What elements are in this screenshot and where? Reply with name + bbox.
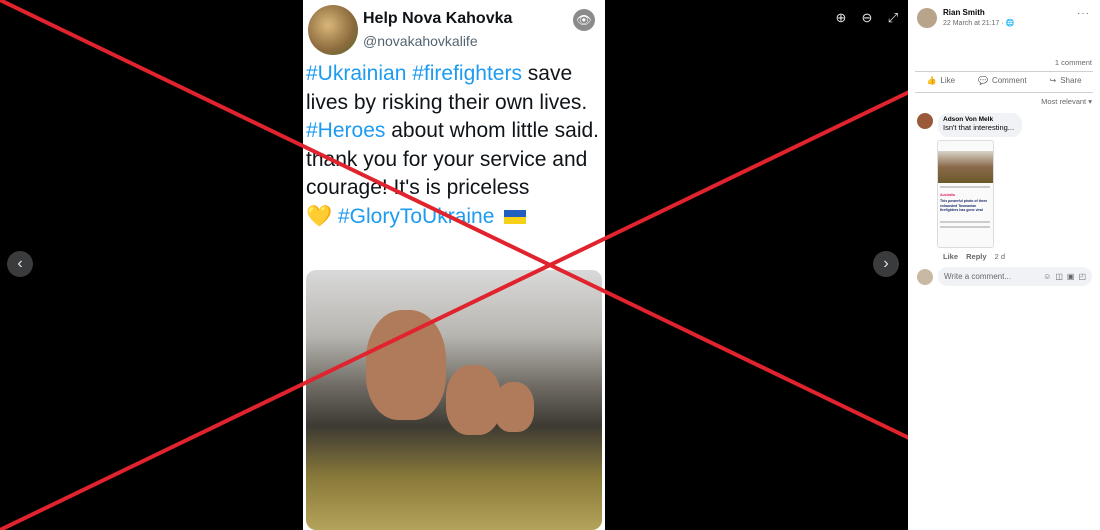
eye-icon: 👁 [573, 9, 595, 31]
comment-bubble: Adson Von Melk Isn't that interesting... [938, 113, 1022, 137]
post-actions: 👍 Like 💬 Comment ↪ Share [915, 76, 1093, 85]
comment-text: Isn't that interesting... [943, 123, 1015, 132]
comment-age: 2 d [994, 252, 1006, 261]
composer-icons: ☺ ◫ ▣ ◰ [1043, 272, 1086, 281]
chevron-left-icon: ‹ [17, 255, 23, 272]
post-date[interactable]: 22 March at 21:17 · 🌐 [943, 19, 1014, 27]
post-author[interactable]: Rian Smith [943, 8, 985, 17]
hashtag: #GloryToUkraine [338, 204, 495, 228]
hashtag: #Heroes [306, 119, 386, 142]
divider [915, 71, 1093, 72]
ukraine-flag-icon [504, 209, 527, 224]
post-date-text: 22 March at 21:17 · [943, 20, 1006, 27]
tweet-screenshot: Help Nova Kahovka @novakahovkalife 👁 #Uk… [303, 0, 605, 530]
gif-icon[interactable]: ▣ [1067, 272, 1075, 281]
camera-icon[interactable]: ◫ [1055, 272, 1063, 281]
comment-attached-image[interactable]: Australia This powerful photo of three e… [937, 140, 994, 248]
avatar[interactable] [917, 113, 933, 129]
firefighter-face [494, 382, 534, 432]
firefighters-photo [306, 270, 602, 530]
comment-input[interactable]: Write a comment... ☺ ◫ ▣ ◰ [938, 267, 1092, 286]
sort-comments-dropdown[interactable]: Most relevant ▾ [1041, 97, 1092, 106]
post-sidebar: Rian Smith 22 March at 21:17 · 🌐 ··· 1 c… [908, 0, 1100, 530]
fullscreen-icon[interactable]: ⤢ [885, 10, 901, 26]
comment-label: Comment [991, 76, 1027, 85]
hashtag: #Ukrainian [306, 62, 407, 85]
tweet-text: #Ukrainian #firefighters save lives by r… [306, 60, 602, 231]
comment-like-link[interactable]: Like [943, 252, 958, 261]
tweet-handle: @novakahovkalife [363, 33, 478, 49]
like-icon: 👍 [926, 76, 937, 85]
thumbnail-photo [938, 151, 993, 183]
comment-icon: 💬 [977, 76, 988, 85]
previous-photo-button[interactable]: ‹ [7, 251, 33, 277]
zoom-in-icon[interactable]: ⊕ [833, 10, 849, 26]
comment-reply-link[interactable]: Reply [966, 252, 986, 261]
globe-icon: 🌐 [1005, 20, 1015, 27]
more-options-icon[interactable]: ··· [1077, 8, 1090, 19]
photo-viewer: ‹ › ⊕ ⊖ ⤢ Help Nova Kahovka @novakahovka… [0, 0, 908, 530]
next-photo-button[interactable]: › [873, 251, 899, 277]
avatar [917, 269, 933, 285]
like-button[interactable]: 👍 Like [926, 76, 955, 85]
emoji-icon[interactable]: ☺ [1043, 272, 1051, 281]
tweet-text-part: about whom little said. [391, 119, 600, 142]
tweet-account-name: Help Nova Kahovka [363, 10, 513, 27]
firefighter-face [366, 310, 446, 420]
tweet-text-part: thank you for your service and courage! … [306, 147, 588, 200]
zoom-out-icon[interactable]: ⊖ [859, 10, 875, 26]
share-icon: ↪ [1049, 76, 1057, 85]
thumbnail-text-line [940, 221, 990, 223]
sticker-icon[interactable]: ◰ [1078, 272, 1086, 281]
thumbnail-category: Australia [940, 193, 955, 197]
yellow-heart-icon: 💛 [306, 204, 333, 228]
comment-meta: Like Reply 2 d [943, 252, 1005, 261]
thumbnail-text-line [940, 226, 990, 228]
thumbnail-headline: This powerful photo of three exhausted T… [940, 199, 988, 212]
like-label: Like [940, 76, 956, 85]
viewer-toolbar: ⊕ ⊖ ⤢ [833, 10, 901, 26]
comment-button[interactable]: 💬 Comment [978, 76, 1027, 85]
comment-count[interactable]: 1 comment [1055, 58, 1092, 67]
thumbnail-text-line [940, 186, 990, 188]
avatar[interactable] [917, 8, 937, 28]
comment-input-placeholder: Write a comment... [944, 272, 1011, 281]
hashtag: #firefighters [412, 62, 522, 85]
firefighter-face [446, 365, 501, 435]
share-label: Share [1060, 76, 1082, 85]
tweet-avatar [308, 5, 358, 55]
comment-author[interactable]: Adson Von Melk [943, 116, 1017, 123]
chevron-right-icon: › [883, 255, 889, 272]
share-button[interactable]: ↪ Share [1050, 76, 1082, 85]
divider [915, 92, 1093, 93]
